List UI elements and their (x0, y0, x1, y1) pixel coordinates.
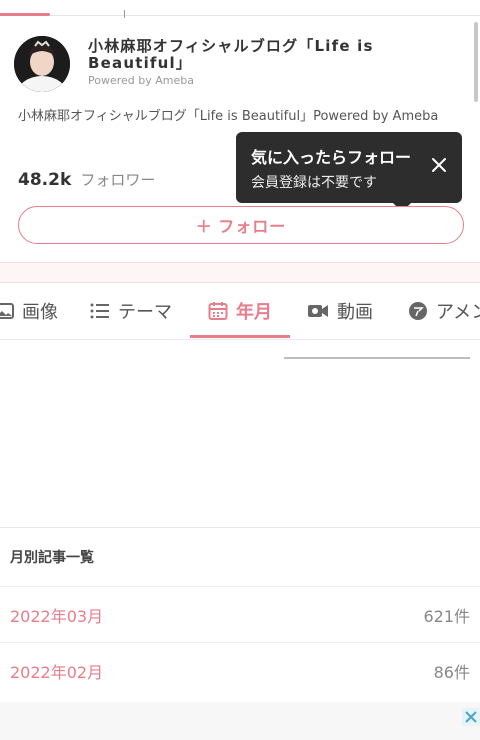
avatar[interactable] (14, 36, 70, 92)
archive-month: 2022年02月 (10, 662, 104, 682)
monthly-archive-title: 月別記事一覧 (10, 550, 94, 566)
image-icon (0, 303, 14, 319)
blog-profile: 小林麻耶オフィシャルブログ「Life is Beautiful」 Powered… (0, 16, 480, 266)
blog-description: 小林麻耶オフィシャルブログ「Life is Beautiful」Powered … (18, 109, 439, 124)
follow-button[interactable]: ＋ フォロー (18, 206, 464, 244)
loading-placeholder-line (284, 357, 470, 359)
archive-count: 86件 (433, 662, 470, 682)
tab-image[interactable]: 画像 (0, 283, 58, 339)
tab-amember[interactable]: アメンバー (408, 283, 480, 339)
follower-label: フォロワー (80, 171, 156, 189)
section-divider (0, 262, 480, 283)
archive-count: 621件 (423, 606, 470, 626)
ad-close-icon[interactable] (462, 708, 480, 726)
tooltip-subtitle: 会員登録は不要です (251, 175, 377, 191)
tab-year-month[interactable]: 年月 (208, 283, 272, 339)
follower-count[interactable]: 48.2k フォロワー (18, 169, 155, 190)
blog-tabs: 画像 テーマ 年月 動画 アメンバー (0, 283, 480, 340)
top-strip (0, 0, 480, 18)
video-icon (308, 305, 328, 317)
archive-month: 2022年03月 (10, 606, 104, 626)
close-icon[interactable] (430, 156, 448, 174)
tab-label: 動画 (337, 302, 373, 323)
archive-row[interactable]: 2022年02月 86件 (0, 642, 480, 698)
blog-title[interactable]: 小林麻耶オフィシャルブログ「Life is Beautiful」 (88, 38, 460, 72)
active-tab-indicator (190, 335, 290, 338)
tab-theme[interactable]: テーマ (90, 283, 172, 339)
tab-video[interactable]: 動画 (307, 283, 373, 339)
follow-tooltip: 気に入ったらフォロー 会員登録は不要です (236, 132, 462, 212)
calendar-icon (208, 302, 228, 320)
tab-label: アメンバー (436, 302, 480, 323)
tab-label: 画像 (22, 302, 58, 323)
tab-label: 年月 (236, 302, 272, 323)
follower-number: 48.2k (18, 170, 72, 190)
monthly-archive: 月別記事一覧 2022年03月 621件 2022年02月 86件 (0, 527, 480, 698)
tab-label: テーマ (118, 302, 172, 323)
ad-banner (0, 702, 480, 740)
list-icon (90, 303, 109, 319)
amember-icon (409, 302, 427, 320)
archive-row[interactable]: 2022年03月 621件 (0, 586, 480, 642)
tooltip-title: 気に入ったらフォロー (251, 148, 412, 167)
powered-by: Powered by Ameba (88, 74, 194, 87)
